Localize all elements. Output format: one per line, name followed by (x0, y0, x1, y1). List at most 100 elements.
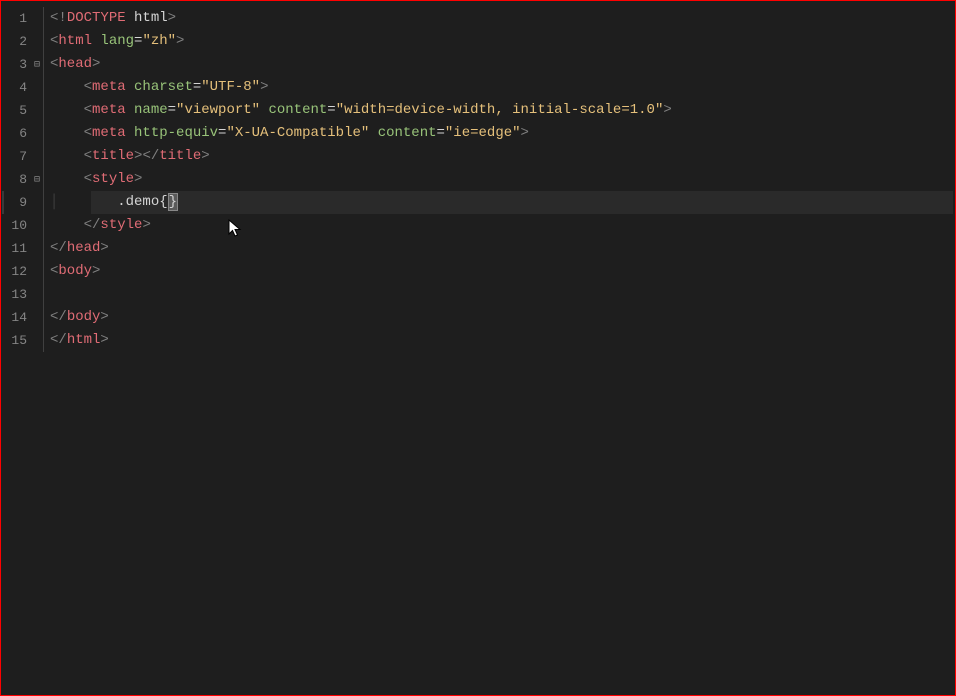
indent (50, 125, 84, 141)
line-number: 3 (1, 57, 31, 72)
attr: content (378, 125, 437, 141)
punct: > (100, 309, 108, 325)
gutter-row: 6 (1, 122, 46, 145)
punct: > (92, 56, 100, 72)
code-line[interactable]: <meta http-equiv="X-UA-Compatible" conte… (46, 122, 955, 145)
indent (50, 286, 84, 302)
gutter-row: 14 (1, 306, 46, 329)
tag: title (159, 148, 201, 164)
gutter-row: 11 (1, 237, 46, 260)
tag: html (67, 332, 101, 348)
code-line[interactable]: </body> (46, 306, 955, 329)
gutter-row: 9 (1, 191, 46, 214)
indent (50, 102, 84, 118)
line-number: 13 (1, 287, 31, 302)
tag: meta (92, 79, 126, 95)
code-line[interactable]: <style> (46, 168, 955, 191)
code-line[interactable]: │ .demo{} (46, 191, 955, 214)
punct: > (260, 79, 268, 95)
tag: html (58, 33, 92, 49)
gutter-row: 2 (1, 30, 46, 53)
gutter-divider (43, 53, 44, 76)
gutter-row: 5 (1, 99, 46, 122)
tag: body (58, 263, 92, 279)
gutter-row: 10 (1, 214, 46, 237)
line-number: 10 (1, 218, 31, 233)
punct: > (168, 10, 176, 26)
code-line[interactable]: <!DOCTYPE html> (46, 7, 955, 30)
gutter-divider (43, 168, 44, 191)
code-editor[interactable]: 1 2 3 ⊟ 4 5 6 7 (1, 1, 955, 695)
gutter-divider (43, 30, 44, 53)
fold-marker[interactable]: ⊟ (31, 174, 43, 186)
punct: </ (142, 148, 159, 164)
eq: = (327, 102, 335, 118)
attr-value: "zh" (142, 33, 176, 49)
attr-value: "viewport" (176, 102, 260, 118)
code-line[interactable]: </style> (46, 214, 955, 237)
line-number: 2 (1, 34, 31, 49)
punct: < (84, 171, 92, 187)
space (126, 125, 134, 141)
punct: > (201, 148, 209, 164)
gutter-divider (43, 283, 44, 306)
text (126, 10, 134, 26)
gutter-divider (43, 260, 44, 283)
attr-value: "UTF-8" (201, 79, 260, 95)
line-number: 5 (1, 103, 31, 118)
tag: style (92, 171, 134, 187)
punct: </ (50, 309, 67, 325)
tag: body (67, 309, 101, 325)
attr: lang (100, 33, 134, 49)
doctype-name: html (134, 10, 168, 26)
line-number: 7 (1, 149, 31, 164)
punct: > (134, 171, 142, 187)
line-number: 4 (1, 80, 31, 95)
indent (50, 171, 84, 187)
code-area[interactable]: <!DOCTYPE html> <html lang="zh"> <head> … (46, 1, 955, 695)
punct: </ (84, 217, 101, 233)
space (126, 79, 134, 95)
code-line[interactable]: <body> (46, 260, 955, 283)
gutter: 1 2 3 ⊟ 4 5 6 7 (1, 1, 46, 695)
code-line[interactable]: </head> (46, 237, 955, 260)
css-selector: .demo (117, 194, 159, 210)
tag: meta (92, 125, 126, 141)
tag: head (67, 240, 101, 256)
gutter-row: 1 (1, 7, 46, 30)
code-line[interactable]: <meta charset="UTF-8"> (46, 76, 955, 99)
indent (84, 194, 118, 210)
indent-guide: │ (50, 194, 84, 210)
code-line[interactable]: <meta name="viewport" content="width=dev… (46, 99, 955, 122)
punct: > (92, 263, 100, 279)
fold-marker[interactable]: ⊟ (31, 59, 43, 71)
indent (50, 148, 84, 164)
code-line[interactable]: </html> (46, 329, 955, 352)
punct: <! (50, 10, 67, 26)
line-number: 15 (1, 333, 31, 348)
gutter-divider (43, 145, 44, 168)
line-number: 12 (1, 264, 31, 279)
gutter-divider (43, 7, 44, 30)
space (126, 102, 134, 118)
attr-value: "X-UA-Compatible" (226, 125, 369, 141)
punct: > (142, 217, 150, 233)
punct: < (84, 125, 92, 141)
code-line[interactable]: <title></title> (46, 145, 955, 168)
punct: > (521, 125, 529, 141)
line-number: 6 (1, 126, 31, 141)
doctype-keyword: DOCTYPE (67, 10, 126, 26)
punct: </ (50, 332, 67, 348)
gutter-divider (43, 237, 44, 260)
code-line[interactable]: <head> (46, 53, 955, 76)
brace-close-matched: } (168, 193, 178, 211)
line-number: 1 (1, 11, 31, 26)
indent (50, 79, 84, 95)
code-line[interactable] (46, 283, 955, 306)
code-line[interactable]: <html lang="zh"> (46, 30, 955, 53)
gutter-row: 3 ⊟ (1, 53, 46, 76)
gutter-divider (43, 191, 44, 214)
tag: head (58, 56, 92, 72)
attr: http-equiv (134, 125, 218, 141)
gutter-divider (43, 306, 44, 329)
